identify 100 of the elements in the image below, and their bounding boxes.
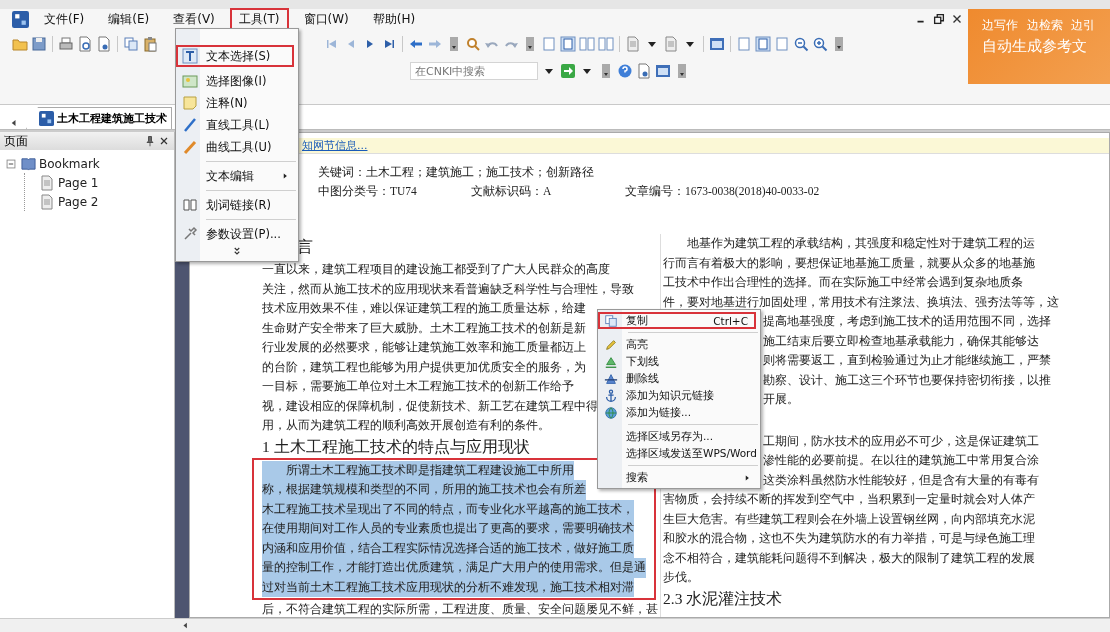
tools-icon bbox=[182, 226, 198, 242]
page-icon bbox=[39, 174, 55, 191]
zoom-in-icon[interactable] bbox=[812, 36, 828, 52]
window-icon[interactable] bbox=[709, 36, 725, 52]
menu-item[interactable]: 直线工具(L) bbox=[176, 114, 298, 136]
window-icon[interactable] bbox=[655, 63, 671, 79]
tree-item[interactable]: Page 1 bbox=[39, 173, 170, 192]
menu-item[interactable]: 编辑(E) bbox=[99, 7, 159, 31]
menu-item[interactable]: 曲线工具(U) bbox=[176, 136, 298, 158]
classification-text: 中图分类号：TU74 bbox=[318, 184, 418, 199]
article-number-text: 文章编号：1673-0038(2018)40-0033-02 bbox=[625, 184, 820, 200]
text-line: 和胶水的混合物，这也不失为建筑防水的有力举措，可是与绿色施工理 bbox=[663, 530, 1035, 547]
page-icon bbox=[39, 193, 55, 210]
tree-item[interactable]: Page 2 bbox=[39, 192, 170, 211]
menu-item[interactable]: 文本选择(S) bbox=[176, 45, 294, 67]
text-line: 的台阶，建筑工程也能够为用户提供更加优质安全的服务，为 bbox=[262, 358, 586, 376]
text-line: 行而言有着极大的影响，要想保证地基施工质量，就要从众多的地基施 bbox=[663, 254, 1035, 272]
fit-page-icon[interactable] bbox=[560, 36, 576, 52]
note-icon bbox=[182, 95, 198, 111]
menu-item[interactable]: 删除线 bbox=[598, 370, 760, 387]
section-heading: 1 土木工程施工技术的特点与应用现状 bbox=[262, 436, 530, 457]
menu-item[interactable]: 文件(F) bbox=[35, 7, 94, 31]
restore-icon[interactable] bbox=[932, 12, 946, 26]
text-line: 行业发展的必然要求，能够让建筑施工效率和施工质量都迈上 bbox=[262, 339, 586, 356]
close-icon[interactable] bbox=[158, 135, 170, 147]
text-line: 技术应用效果不佳，难以保证建筑工程的施工质量达标，给建 bbox=[262, 300, 586, 317]
menu-item[interactable]: 复制 Ctrl+C bbox=[598, 312, 756, 329]
fit-page-icon[interactable] bbox=[755, 36, 771, 52]
document-tab-icon bbox=[39, 111, 54, 126]
text-line: 念不相符合，建筑能耗问题得不到解决，极大的限制了建筑工程的发展 bbox=[663, 549, 1035, 567]
text-line: 后，不符合建筑工程的实际所需，工程进度、质量、安全问题屡见不鲜，甚 bbox=[262, 601, 658, 617]
menu-item[interactable]: 帮助(H) bbox=[363, 7, 425, 31]
section-heading: 言 bbox=[297, 237, 313, 257]
text-line: 这类涂料虽然防水性能较好，但是含有大量的有毒有 bbox=[763, 471, 1039, 489]
text-line: 勘察、设计、施工这三个环节也要保持密切衔接，以推 bbox=[763, 371, 1051, 389]
menu-item[interactable]: 参数设置(P)... bbox=[176, 223, 298, 245]
tree-item[interactable]: Bookmark bbox=[4, 154, 170, 173]
text-line: 开展。 bbox=[763, 391, 799, 408]
menu-item[interactable]: 划词链接(R) bbox=[176, 194, 298, 216]
help-icon[interactable] bbox=[617, 63, 633, 79]
section-heading: 2.3 水泥灌注技术 bbox=[663, 588, 783, 609]
text-line: 工期间，防水技术的应用必不可少，这是保证建筑工 bbox=[763, 432, 1039, 450]
text-tool-icon bbox=[182, 48, 198, 64]
highlighter-icon bbox=[604, 337, 618, 352]
save-icon[interactable] bbox=[31, 36, 47, 52]
print-preview-icon[interactable] bbox=[77, 36, 93, 52]
menu-item[interactable]: 添加为知识元链接 bbox=[598, 387, 760, 404]
text-line: 提高地基强度，考虑到施工技术的适用范围不同，选择 bbox=[763, 313, 1051, 330]
menu-item[interactable]: 窗口(W) bbox=[294, 7, 358, 31]
book-icon bbox=[182, 197, 198, 213]
app-logo-icon bbox=[12, 10, 29, 28]
search-field[interactable]: 在CNKI中搜索 bbox=[410, 62, 538, 80]
text-line: 生巨大危害。有些建筑工程则会在外墙上设置钢丝网，向内部填充水泥 bbox=[663, 510, 1035, 528]
paste-icon[interactable] bbox=[142, 36, 158, 52]
menu-item[interactable]: 搜索 bbox=[598, 469, 760, 486]
collapse-icon[interactable] bbox=[4, 156, 18, 171]
book-icon bbox=[21, 156, 36, 171]
zoom-out-icon[interactable] bbox=[793, 36, 809, 52]
text-line: 件，要对地基进行加固处理，常用技术有注浆法、换填法、强夯法等等，这 bbox=[663, 293, 1059, 311]
menu-item[interactable]: 文本编辑 bbox=[176, 165, 298, 187]
menu-item[interactable]: 查看(V) bbox=[164, 7, 224, 31]
strikethrough-icon bbox=[604, 371, 618, 386]
text-line: 则将需要返工，直到检验通过为止才能继续施工，严禁 bbox=[763, 352, 1051, 369]
search-icon[interactable] bbox=[465, 36, 481, 52]
document-tab[interactable]: 土木工程建筑施工技术 bbox=[26, 107, 172, 129]
panel-title: 页面 bbox=[4, 132, 29, 150]
globe-icon bbox=[604, 405, 618, 420]
info-link[interactable]: 知网节信息... bbox=[302, 139, 368, 152]
line-icon bbox=[182, 117, 198, 133]
text-line: 地基作为建筑工程的承载结构，其强度和稳定性对于建筑工程的运 bbox=[686, 235, 1035, 252]
printer-icon[interactable] bbox=[58, 36, 74, 52]
document-code-text: 文献标识码：A bbox=[471, 184, 553, 199]
copy-icon bbox=[604, 313, 618, 328]
keywords-text: 关键词：土木工程；建筑施工；施工技术；创新路径 bbox=[318, 165, 595, 180]
pin-icon[interactable] bbox=[144, 135, 156, 147]
ad-headline: 自动生成参考文 bbox=[982, 37, 1088, 56]
menu-item[interactable]: 添加为链接... bbox=[598, 404, 760, 421]
copy-icon[interactable] bbox=[123, 36, 139, 52]
text-line: 施工结束后要立即检查地基承载能力，确保其能够达 bbox=[763, 332, 1039, 350]
text-line: 工技术中作出合理性的选择。而在实际施工中经常会遇到复杂地质条 bbox=[663, 274, 1023, 291]
menu-item[interactable]: 下划线 bbox=[598, 353, 760, 370]
picture-icon bbox=[182, 73, 198, 89]
text-line: 步伐。 bbox=[663, 569, 699, 586]
ad-tagline: 边写作 边检索 边引 bbox=[982, 18, 1097, 33]
text-line: 视，建设相应的保障机制，促使新技术、新工艺在建筑工程中得 bbox=[262, 397, 598, 415]
document-info-icon[interactable] bbox=[636, 63, 652, 79]
shortcut-text: Ctrl+C bbox=[713, 314, 748, 327]
text-line: 关注，然而从施工技术的应用现状来看普遍缺乏科学性与合理性，导致 bbox=[262, 280, 634, 298]
menu-item[interactable]: 注释(N) bbox=[176, 92, 298, 114]
text-line: 害物质，会持续不断的挥发到空气中，当积累到一定量时就会对人体产 bbox=[663, 491, 1035, 508]
menu-item[interactable]: 选择区域发送至WPS/Word bbox=[598, 445, 760, 462]
document-icon[interactable] bbox=[96, 36, 112, 52]
underline-icon bbox=[604, 354, 618, 369]
text-line: 用，从而为建筑工程的顺利高效开展创造有利的条件。 bbox=[262, 417, 550, 434]
menu-item[interactable]: 选择区域另存为... bbox=[598, 428, 760, 445]
menu-item[interactable]: 高亮 bbox=[598, 336, 760, 353]
text-line: 一直以来，建筑工程项目的建设施工都受到了广大人民群众的高度 bbox=[262, 261, 610, 278]
text-line: 一目标，需要施工单位对土木工程施工技术的创新工作给予 bbox=[262, 378, 574, 395]
expand-more-icon[interactable] bbox=[231, 245, 243, 257]
menu-item[interactable]: 选择图像(I) bbox=[176, 70, 298, 92]
